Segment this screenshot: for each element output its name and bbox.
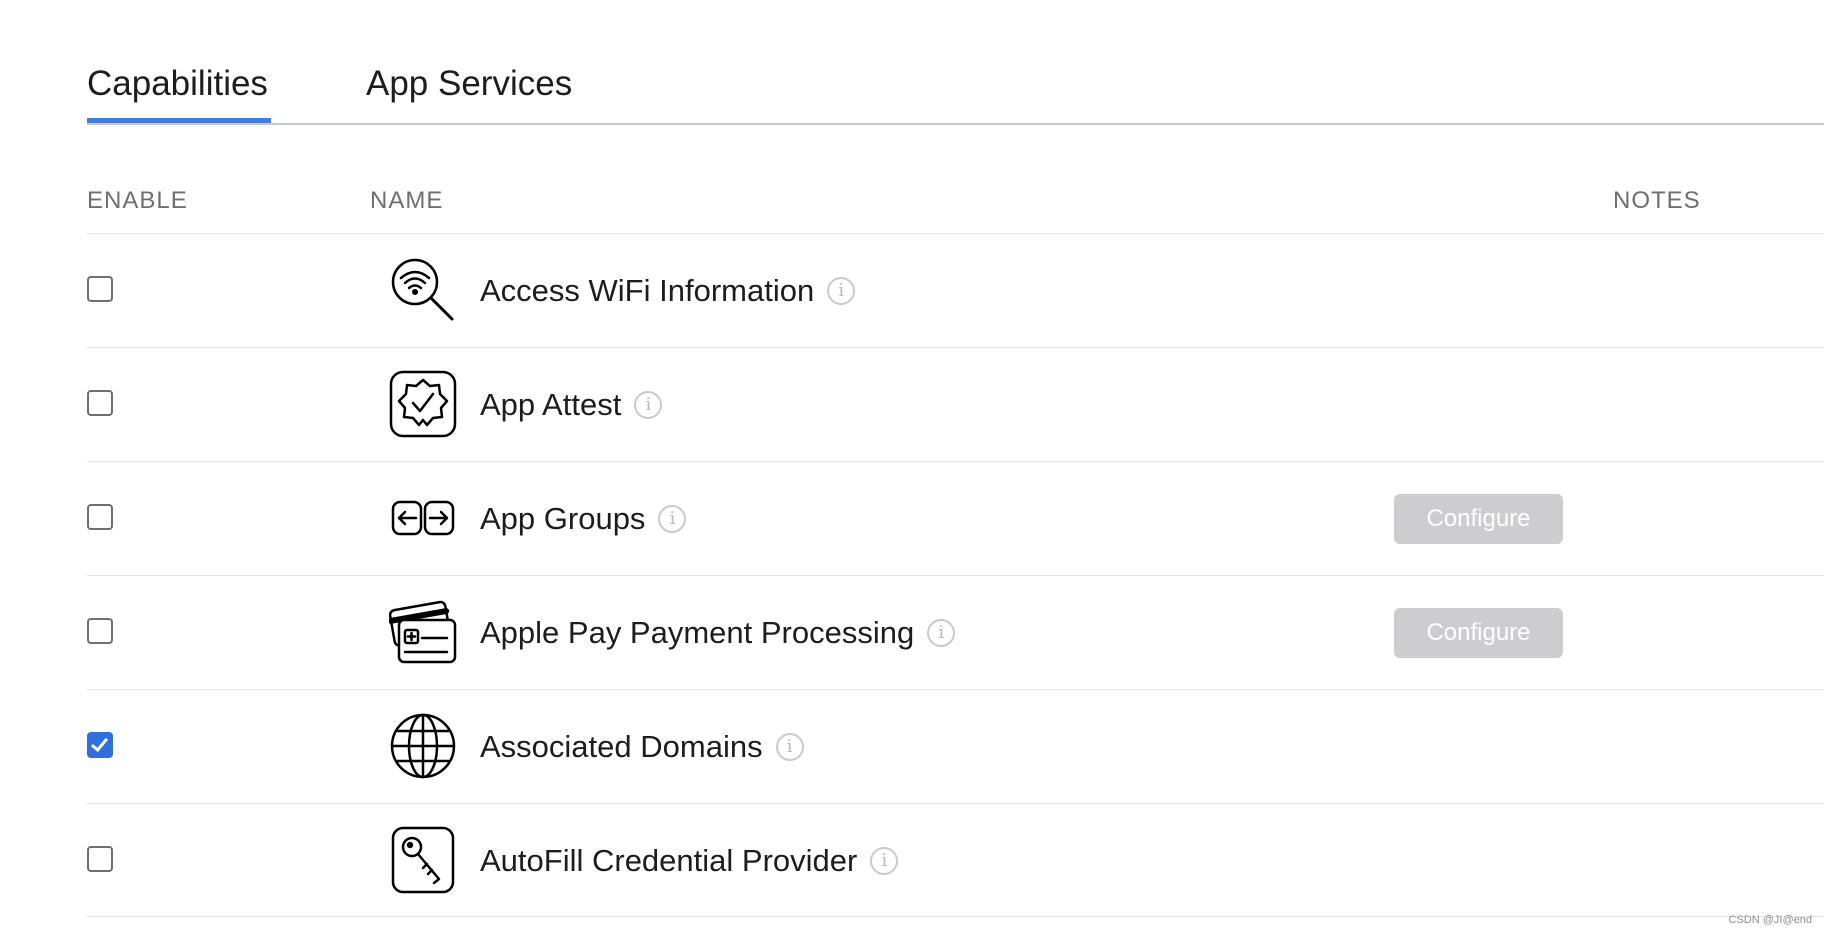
capability-label: Apple Pay Payment Processing [480, 615, 915, 650]
enable-checkbox[interactable] [87, 732, 113, 758]
table-row: AutoFill Credential Provider i [87, 803, 1824, 917]
badge-check-icon [389, 370, 457, 438]
table-row: Apple Pay Payment Processing i Configure [87, 575, 1824, 689]
capability-label: AutoFill Credential Provider [480, 843, 858, 878]
payment-cards-icon [389, 598, 457, 666]
app-groups-icon [389, 484, 457, 552]
capability-label: Access WiFi Information [480, 273, 815, 308]
wifi-search-icon [389, 256, 457, 324]
table-row: App Groups i Configure [87, 461, 1824, 575]
info-icon[interactable]: i [658, 505, 687, 533]
configure-button[interactable]: Configure [1394, 494, 1563, 544]
capability-name: Associated Domains i [480, 728, 804, 766]
configure-button[interactable]: Configure [1394, 608, 1563, 658]
capability-label: App Groups [480, 501, 646, 536]
watermark: CSDN @JI@end [1728, 914, 1812, 926]
capabilities-table: Access WiFi Information i App Attest i A… [87, 233, 1824, 917]
info-icon[interactable]: i [827, 277, 856, 305]
info-icon[interactable]: i [927, 619, 956, 647]
active-tab-indicator [87, 118, 271, 123]
info-icon[interactable]: i [634, 391, 663, 419]
tab-capabilities[interactable]: Capabilities [87, 62, 268, 106]
enable-checkbox[interactable] [87, 618, 113, 644]
table-row: App Attest i [87, 347, 1824, 461]
enable-checkbox[interactable] [87, 504, 113, 530]
enable-checkbox[interactable] [87, 276, 113, 302]
capability-name: AutoFill Credential Provider i [480, 842, 899, 880]
column-header-name: NAME [370, 187, 444, 214]
column-header-enable: ENABLE [87, 187, 188, 214]
column-header-notes: NOTES [1613, 187, 1701, 214]
capability-name: App Groups i [480, 500, 687, 538]
capability-name: App Attest i [480, 386, 663, 424]
tab-bar: Capabilities App Services [87, 0, 1824, 125]
capability-label: App Attest [480, 387, 622, 422]
capability-name: Apple Pay Payment Processing i [480, 614, 956, 652]
table-row: Access WiFi Information i [87, 233, 1824, 347]
info-icon[interactable]: i [775, 733, 804, 761]
info-icon[interactable]: i [870, 847, 899, 875]
globe-icon [389, 712, 457, 780]
tab-app-services[interactable]: App Services [366, 62, 572, 106]
table-row: Associated Domains i [87, 689, 1824, 803]
key-icon [389, 826, 457, 894]
capability-label: Associated Domains [480, 729, 763, 764]
enable-checkbox[interactable] [87, 390, 113, 416]
enable-checkbox[interactable] [87, 846, 113, 872]
capability-name: Access WiFi Information i [480, 272, 856, 310]
